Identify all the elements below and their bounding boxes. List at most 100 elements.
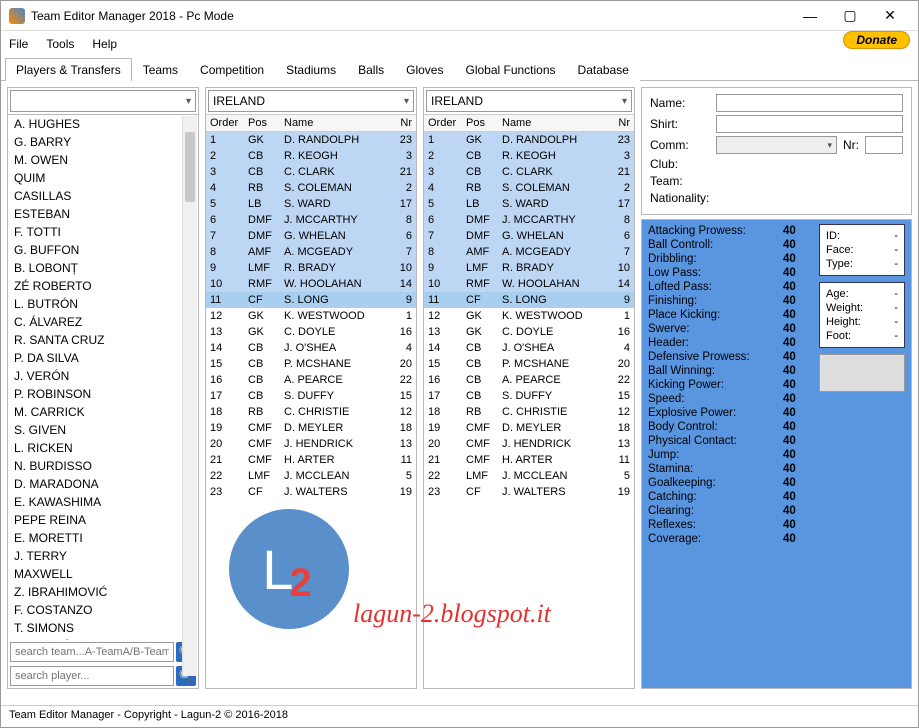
roster-row[interactable]: 12GKK. WESTWOOD1 [424,308,634,324]
roster-row[interactable]: 9LMFR. BRADY10 [206,260,416,276]
roster-row[interactable]: 8AMFA. MCGEADY7 [424,244,634,260]
roster-row[interactable]: 10RMFW. HOOLAHAN14 [206,276,416,292]
search-player-input[interactable] [10,666,174,686]
close-button[interactable]: ✕ [870,7,910,24]
scrollbar-thumb[interactable] [185,132,195,202]
roster-row[interactable]: 23CFJ. WALTERS19 [206,484,416,500]
roster-row[interactable]: 13GKC. DOYLE16 [424,324,634,340]
player-list-item[interactable]: ZÉ ROBERTO [8,277,198,295]
menu-file[interactable]: File [9,37,28,51]
tab-gloves[interactable]: Gloves [395,58,454,81]
tab-competition[interactable]: Competition [189,58,275,81]
roster-row[interactable]: 21CMFH. ARTER11 [424,452,634,468]
player-list-item[interactable]: A. HUGHES [8,115,198,133]
player-list-item[interactable]: PEPE REINA [8,511,198,529]
player-list-item[interactable]: M. CARRICK [8,403,198,421]
roster-left-combo[interactable]: IRELAND [208,90,414,112]
col-order[interactable]: Order [206,115,244,131]
roster-left-body[interactable]: 1GKD. RANDOLPH232CBR. KEOGH33CBC. CLARK2… [206,132,416,688]
col-name[interactable]: Name [280,115,392,131]
player-list-item[interactable]: D. MARADONA [8,475,198,493]
tab-stadiums[interactable]: Stadiums [275,58,347,81]
roster-row[interactable]: 18RBC. CHRISTIE12 [424,404,634,420]
roster-row[interactable]: 7DMFG. WHELAN6 [206,228,416,244]
player-list-item[interactable]: P. DA SILVA [8,349,198,367]
player-list-item[interactable]: CASILLAS [8,187,198,205]
roster-row[interactable]: 20CMFJ. HENDRICK13 [206,436,416,452]
player-list-item[interactable]: G. BARRY [8,133,198,151]
nr-field[interactable] [865,136,903,154]
tab-database[interactable]: Database [567,58,640,81]
minimize-button[interactable]: — [790,8,830,24]
player-list[interactable]: A. HUGHESG. BARRYM. OWENQUIMCASILLASESTE… [8,114,198,640]
roster-row[interactable]: 21CMFH. ARTER11 [206,452,416,468]
roster-row[interactable]: 22LMFJ. MCCLEAN5 [206,468,416,484]
roster-row[interactable]: 14CBJ. O'SHEA4 [206,340,416,356]
left-filter-combo[interactable] [10,90,196,112]
roster-row[interactable]: 4RBS. COLEMAN2 [206,180,416,196]
tab-global-functions[interactable]: Global Functions [454,58,566,81]
player-list-item[interactable]: B. LOBONȚ [8,259,198,277]
player-list-item[interactable]: MAXWELL [8,565,198,583]
comm-combo[interactable] [716,136,837,154]
roster-row[interactable]: 1GKD. RANDOLPH23 [424,132,634,148]
maximize-button[interactable]: ▢ [830,7,870,24]
player-list-item[interactable]: S. GIVEN [8,421,198,439]
tab-teams[interactable]: Teams [132,58,189,81]
player-list-item[interactable]: L. RICKEN [8,439,198,457]
player-list-item[interactable]: Z. IBRAHIMOVIĆ [8,583,198,601]
roster-row[interactable]: 8AMFA. MCGEADY7 [206,244,416,260]
roster-row[interactable]: 13GKC. DOYLE16 [206,324,416,340]
roster-row[interactable]: 19CMFD. MEYLER18 [206,420,416,436]
roster-row[interactable]: 18RBC. CHRISTIE12 [206,404,416,420]
roster-row[interactable]: 3CBC. CLARK21 [206,164,416,180]
roster-right-body[interactable]: 1GKD. RANDOLPH232CBR. KEOGH33CBC. CLARK2… [424,132,634,688]
scrollbar[interactable] [182,116,197,676]
player-list-item[interactable]: F. COSTANZO [8,601,198,619]
player-list-item[interactable]: R. SANTA CRUZ [8,331,198,349]
search-team-input[interactable] [10,642,174,662]
player-list-item[interactable]: P. ROBINSON [8,385,198,403]
roster-row[interactable]: 11CFS. LONG9 [424,292,634,308]
roster-right-combo[interactable]: IRELAND [426,90,632,112]
roster-row[interactable]: 7DMFG. WHELAN6 [424,228,634,244]
roster-row[interactable]: 17CBS. DUFFY15 [206,388,416,404]
roster-row[interactable]: 16CBA. PEARCE22 [424,372,634,388]
player-list-item[interactable]: T. SIMONS [8,619,198,637]
shirt-field[interactable] [716,115,903,133]
player-list-item[interactable]: N. BURDISSO [8,457,198,475]
donate-button[interactable]: Donate [843,31,910,49]
roster-row[interactable]: 5LBS. WARD17 [424,196,634,212]
roster-row[interactable]: 15CBP. MCSHANE20 [206,356,416,372]
player-list-item[interactable]: C. RODRÍGUEZ [8,637,198,640]
roster-row[interactable]: 1GKD. RANDOLPH23 [206,132,416,148]
menu-help[interactable]: Help [92,37,117,51]
menu-tools[interactable]: Tools [46,37,74,51]
roster-row[interactable]: 10RMFW. HOOLAHAN14 [424,276,634,292]
player-list-item[interactable]: C. ÁLVAREZ [8,313,198,331]
player-list-item[interactable]: G. BUFFON [8,241,198,259]
player-list-item[interactable]: QUIM [8,169,198,187]
roster-row[interactable]: 17CBS. DUFFY15 [424,388,634,404]
roster-row[interactable]: 12GKK. WESTWOOD1 [206,308,416,324]
col-nr[interactable]: Nr [392,115,416,131]
player-list-item[interactable]: E. MORETTI [8,529,198,547]
roster-row[interactable]: 6DMFJ. MCCARTHY8 [424,212,634,228]
roster-row[interactable]: 6DMFJ. MCCARTHY8 [206,212,416,228]
roster-row[interactable]: 11CFS. LONG9 [206,292,416,308]
roster-row[interactable]: 20CMFJ. HENDRICK13 [424,436,634,452]
roster-row[interactable]: 2CBR. KEOGH3 [206,148,416,164]
player-list-item[interactable]: L. BUTRÓN [8,295,198,313]
player-list-item[interactable]: M. OWEN [8,151,198,169]
roster-row[interactable]: 15CBP. MCSHANE20 [424,356,634,372]
roster-row[interactable]: 4RBS. COLEMAN2 [424,180,634,196]
roster-row[interactable]: 22LMFJ. MCCLEAN5 [424,468,634,484]
player-list-item[interactable]: F. TOTTI [8,223,198,241]
name-field[interactable] [716,94,903,112]
player-list-item[interactable]: E. KAWASHIMA [8,493,198,511]
player-list-item[interactable]: ESTEBAN [8,205,198,223]
tab-players-transfers[interactable]: Players & Transfers [5,58,132,81]
roster-row[interactable]: 5LBS. WARD17 [206,196,416,212]
roster-row[interactable]: 3CBC. CLARK21 [424,164,634,180]
col-pos[interactable]: Pos [244,115,280,131]
